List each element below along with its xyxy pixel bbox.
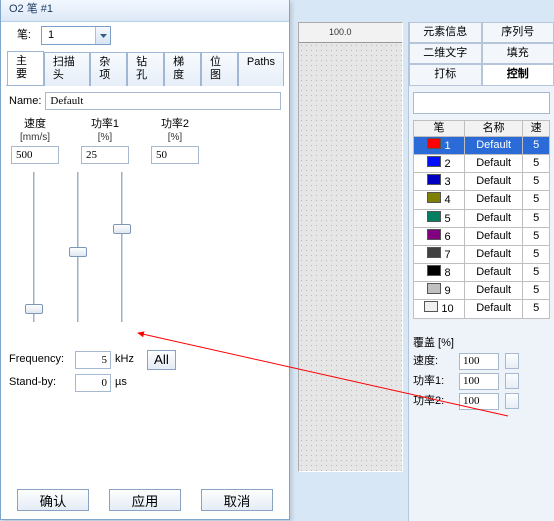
tab-扫描头[interactable]: 扫描头 [44,52,90,86]
standby-input[interactable] [75,374,111,392]
tab-梯度[interactable]: 梯度 [164,52,201,86]
canvas-grid[interactable] [299,43,402,471]
pen-table[interactable]: 笔名称速 1Default5 2Default5 3Default5 4Defa… [413,120,550,319]
element-name-box[interactable] [413,92,550,114]
ruler: 100.0 [299,23,402,43]
override-input-0[interactable] [459,353,499,370]
override-title: 覆盖 [%] [413,337,550,350]
override-row-0: 速度: [413,353,550,370]
standby-label: Stand-by: [9,376,71,389]
canvas-area[interactable]: 100.0 [298,22,403,472]
rtab-填充[interactable]: 填充 [482,43,554,64]
tab-钻孔[interactable]: 钻孔 [127,52,164,86]
apply-button[interactable]: 应用 [109,489,181,511]
tabstrip: 主要扫描头杂项钻孔梯度位图Paths [6,51,284,86]
frequency-unit: kHz [115,353,139,366]
table-row[interactable]: 7Default5 [414,245,550,263]
override-input-1[interactable] [459,373,499,390]
col-header-2: 功率2[%] [151,118,199,143]
table-row[interactable]: 5Default5 [414,209,550,227]
slider-1[interactable] [67,172,89,322]
col-header-1: 功率1[%] [81,118,129,143]
tab-主要[interactable]: 主要 [7,51,44,85]
col-values [11,146,281,164]
table-row[interactable]: 1Default5 [414,136,550,154]
table-row[interactable]: 3Default5 [414,173,550,191]
right-panel: 元素信息序列号二维文字填充打标控制 笔名称速 1Default5 2Defaul… [408,22,554,521]
table-row[interactable]: 2Default5 [414,154,550,172]
rtab-控制[interactable]: 控制 [482,64,554,85]
table-row[interactable]: 8Default5 [414,264,550,282]
sliders [23,172,281,322]
override-rows: 速度: 功率1: 功率2: [413,353,550,410]
standby-unit: µs [115,376,139,389]
rtab-二维文字[interactable]: 二维文字 [409,43,482,64]
frequency-label: Frequency: [9,353,71,366]
tab-Paths[interactable]: Paths [238,52,284,86]
pen-table-body: 1Default5 2Default5 3Default5 4Default5 … [414,136,550,318]
ruler-tick: 100.0 [329,27,352,38]
slider-2[interactable] [111,172,133,322]
right-tabs: 元素信息序列号二维文字填充打标控制 [409,22,554,86]
override-btn-2[interactable] [505,393,519,409]
col-headers: 速度[mm/s] 功率1[%] 功率2[%] [11,118,281,143]
col-value-2[interactable] [151,146,199,164]
ok-button[interactable]: 确认 [17,489,89,511]
table-row[interactable]: 6Default5 [414,227,550,245]
override-btn-0[interactable] [505,353,519,369]
pen-select-value: 1 [48,29,54,42]
col-value-1[interactable] [81,146,129,164]
name-label: Name: [9,95,41,108]
rtab-元素信息[interactable]: 元素信息 [409,22,482,43]
chevron-down-icon [95,27,110,44]
col-value-0[interactable] [11,146,59,164]
pen-settings-dialog: O2 笔 #1 笔: 1 主要扫描头杂项钻孔梯度位图Paths Name: 速度… [0,0,290,520]
override-row-2: 功率2: [413,393,550,410]
slider-0[interactable] [23,172,45,322]
override-row-1: 功率1: [413,373,550,390]
all-button[interactable]: All [147,350,176,370]
name-input[interactable] [45,92,281,110]
cancel-button[interactable]: 取消 [201,489,273,511]
tab-杂项[interactable]: 杂项 [90,52,127,86]
pen-select[interactable]: 1 [41,26,111,45]
rtab-打标[interactable]: 打标 [409,64,482,85]
pen-label: 笔: [9,29,31,42]
pen-table-header: 笔名称速 [414,120,550,136]
window-title: O2 笔 #1 [1,0,289,22]
override-btn-1[interactable] [505,373,519,389]
tab-body-main: Name: 速度[mm/s] 功率1[%] 功率2[%] Frequency: kH… [1,86,289,403]
table-row[interactable]: 9Default5 [414,282,550,300]
rtab-序列号[interactable]: 序列号 [482,22,554,43]
tab-位图[interactable]: 位图 [201,52,238,86]
table-row[interactable]: 10Default5 [414,300,550,318]
frequency-input[interactable] [75,351,111,369]
override-input-2[interactable] [459,393,499,410]
col-header-0: 速度[mm/s] [11,118,59,143]
table-row[interactable]: 4Default5 [414,191,550,209]
